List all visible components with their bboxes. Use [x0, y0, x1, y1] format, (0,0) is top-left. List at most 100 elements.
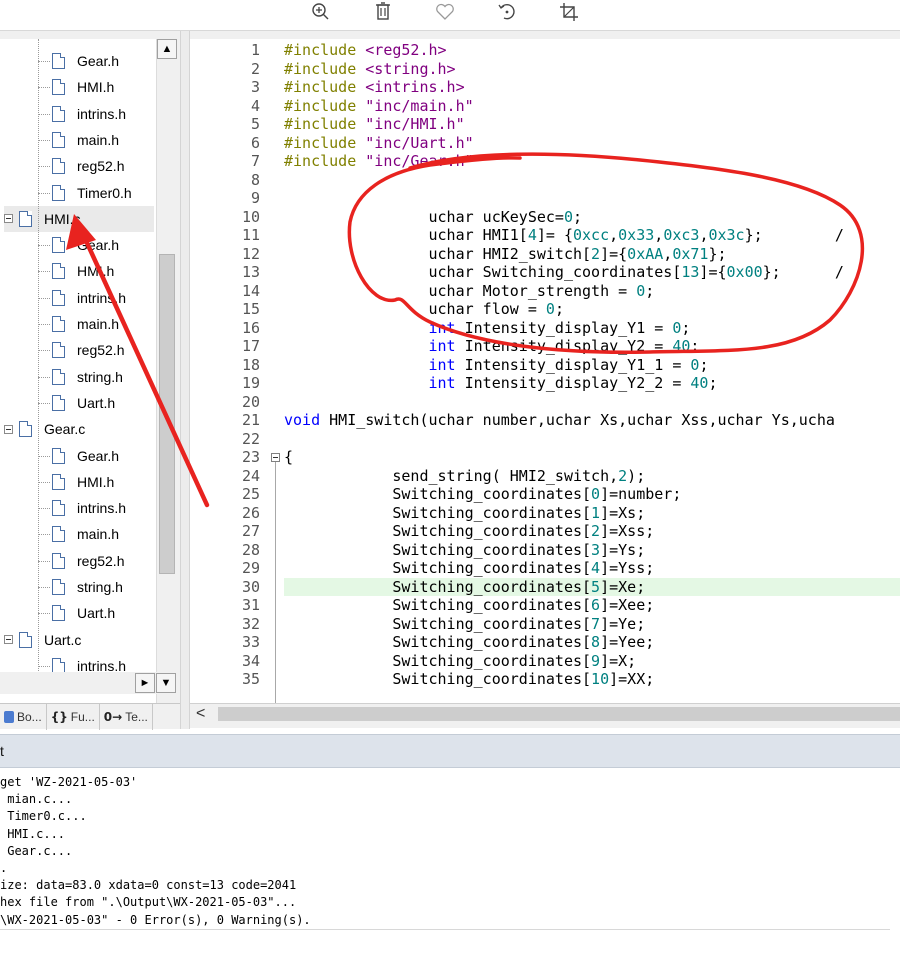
line-number: 28	[241, 540, 260, 559]
file-icon	[52, 289, 65, 306]
tree-file-item[interactable]: Gear.h	[52, 48, 119, 74]
code-line[interactable]: #include "inc/Gear.h"	[284, 152, 900, 171]
code-line[interactable]: uchar Motor_strength = 0;	[284, 282, 900, 301]
tree-file-item[interactable]: string.h	[52, 574, 123, 600]
scroll-up-button[interactable]: ▲	[157, 39, 177, 59]
code-line[interactable]: #include "inc/HMI.h"	[284, 115, 900, 134]
code-line[interactable]: #include <reg52.h>	[284, 41, 900, 60]
code-line[interactable]: int Intensity_display_Y2 = 40;	[284, 337, 900, 356]
tree-group-uart-c[interactable]: Uart.c	[4, 627, 154, 653]
tree-file-item[interactable]: HMI.h	[52, 74, 114, 100]
code-line[interactable]: Switching_coordinates[7]=Ye;	[284, 615, 900, 634]
code-line[interactable]: Switching_coordinates[6]=Xee;	[284, 596, 900, 615]
tree-file-item[interactable]: main.h	[52, 521, 119, 547]
rotate-icon[interactable]	[495, 0, 519, 24]
heart-icon[interactable]	[433, 0, 457, 24]
tree-file-item[interactable]: string.h	[52, 364, 123, 390]
project-tree: Gear.h HMI.h intrins.h main.h reg52.h Timer0.…	[0, 39, 178, 703]
fold-toggle-icon[interactable]	[271, 453, 280, 462]
code-line[interactable]: int Intensity_display_Y2_2 = 40;	[284, 374, 900, 393]
tree-file-item[interactable]: Gear.h	[52, 443, 119, 469]
code-line[interactable]: {	[284, 448, 900, 467]
code-line[interactable]	[284, 430, 900, 449]
code-line[interactable]: Switching_coordinates[3]=Ys;	[284, 541, 900, 560]
tab-functions[interactable]: {} Fu...	[47, 704, 100, 730]
code-line[interactable]: #include <intrins.h>	[284, 78, 900, 97]
scroll-down-button[interactable]: ▼	[156, 673, 176, 693]
tree-file-item[interactable]: reg52.h	[52, 548, 124, 574]
tree-item-label: string.h	[77, 368, 123, 385]
trash-icon[interactable]	[371, 0, 395, 24]
tree-file-item[interactable]: intrins.h	[52, 285, 126, 311]
code-line[interactable]: void HMI_switch(uchar number,uchar Xs,uc…	[284, 411, 900, 430]
code-line[interactable]: #include "inc/main.h"	[284, 97, 900, 116]
tab-templates[interactable]: 0→ Te...	[100, 704, 153, 730]
collapse-icon[interactable]	[4, 214, 13, 224]
tree-file-item[interactable]: HMI.h	[52, 258, 114, 284]
code-line[interactable]: int Intensity_display_Y1 = 0;	[284, 319, 900, 338]
code-line[interactable]: Switching_coordinates[4]=Yss;	[284, 559, 900, 578]
code-line[interactable]	[284, 393, 900, 412]
code-token: Intensity_display_Y1 =	[455, 318, 673, 337]
code-line[interactable]: Switching_coordinates[9]=X;	[284, 652, 900, 671]
tree-file-item[interactable]: main.h	[52, 311, 119, 337]
project-tree-horizontal-scrollbar[interactable]: ► ▼	[0, 672, 178, 694]
tree-group-gear-c[interactable]: Gear.c	[4, 416, 154, 442]
scroll-left-arrow-icon[interactable]: <	[196, 705, 205, 723]
code-line[interactable]: uchar ucKeySec=0;	[284, 208, 900, 227]
project-tree-vertical-scrollbar[interactable]: ▲	[156, 39, 178, 703]
tree-file-item[interactable]: Uart.h	[52, 600, 115, 626]
code-token: ]=X;	[600, 651, 637, 670]
tree-group-hmi-c[interactable]: HMI.c	[4, 205, 154, 232]
code-line[interactable]: Switching_coordinates[8]=Yee;	[284, 633, 900, 652]
tree-file-item[interactable]: main.h	[52, 127, 119, 153]
image-viewer-toolbar	[0, 0, 900, 30]
line-number: 16	[241, 318, 260, 337]
code-line[interactable]: uchar Switching_coordinates[13]={0x00}; …	[284, 263, 900, 282]
zoom-in-icon[interactable]	[309, 0, 333, 24]
collapse-icon[interactable]	[4, 635, 13, 645]
tree-file-item[interactable]: Timer0.h	[52, 180, 132, 206]
tree-file-item[interactable]: Uart.h	[52, 390, 115, 416]
code-line[interactable]: uchar HMI1[4]= {0xcc,0x33,0xc3,0x3c}; /	[284, 226, 900, 245]
pane-splitter[interactable]	[180, 31, 190, 729]
tree-item-label: Gear.h	[77, 237, 120, 254]
code-line[interactable]: Switching_coordinates[2]=Xss;	[284, 522, 900, 541]
code-editor[interactable]: 1 2 3 4 5 6 7 8 9 10 11 12 13 14 15 16 17 18 19 20 21 22 23 24 2…	[190, 39, 900, 703]
tree-file-item[interactable]: HMI.h	[52, 469, 114, 495]
code-line[interactable]	[284, 171, 900, 190]
crop-icon[interactable]	[557, 0, 581, 24]
scroll-right-button[interactable]: ►	[135, 673, 155, 693]
code-line[interactable]: Switching_coordinates[0]=number;	[284, 485, 900, 504]
collapse-icon[interactable]	[4, 424, 13, 434]
editor-scroll-thumb[interactable]	[218, 707, 900, 721]
code-line[interactable]: #include <string.h>	[284, 60, 900, 79]
tab-books[interactable]: Bo...	[0, 704, 47, 730]
code-token: Switching_coordinates[	[284, 670, 592, 688]
code-token: 0	[591, 485, 601, 503]
code-line[interactable]: #include "inc/Uart.h"	[284, 134, 900, 153]
code-line[interactable]: Switching_coordinates[10]=XX;	[284, 670, 900, 689]
tree-file-item[interactable]: reg52.h	[52, 153, 124, 179]
code-line[interactable]: Switching_coordinates[1]=Xs;	[284, 504, 900, 523]
tree-file-item[interactable]: Gear.h	[52, 232, 119, 258]
tree-connector	[38, 61, 50, 62]
code-line[interactable]: send_string( HMI2_switch,2);	[284, 467, 900, 486]
editor-horizontal-scrollbar[interactable]: <	[190, 703, 900, 725]
code-line[interactable]: int Intensity_display_Y1_1 = 0;	[284, 356, 900, 375]
code-line[interactable]: uchar HMI2_switch[2]={0xAA,0x71};	[284, 245, 900, 264]
scroll-thumb[interactable]	[159, 254, 175, 574]
tree-file-item[interactable]: intrins.h	[52, 495, 126, 521]
code-line[interactable]: Switching_coordinates[5]=Xe;	[284, 577, 900, 596]
code-line[interactable]	[284, 189, 900, 208]
code-token: 13	[681, 263, 700, 281]
file-icon	[52, 158, 65, 175]
code-token: ,	[663, 244, 673, 263]
tree-file-item[interactable]: intrins.h	[52, 101, 126, 127]
code-line[interactable]: uchar flow = 0;	[284, 300, 900, 319]
tree-file-item[interactable]: reg52.h	[52, 337, 124, 363]
code-token: <string.h>	[365, 59, 456, 78]
output-line: \WX-2021-05-03" - 0 Error(s), 0 Warning(…	[0, 912, 311, 927]
tree-connector	[38, 534, 50, 536]
